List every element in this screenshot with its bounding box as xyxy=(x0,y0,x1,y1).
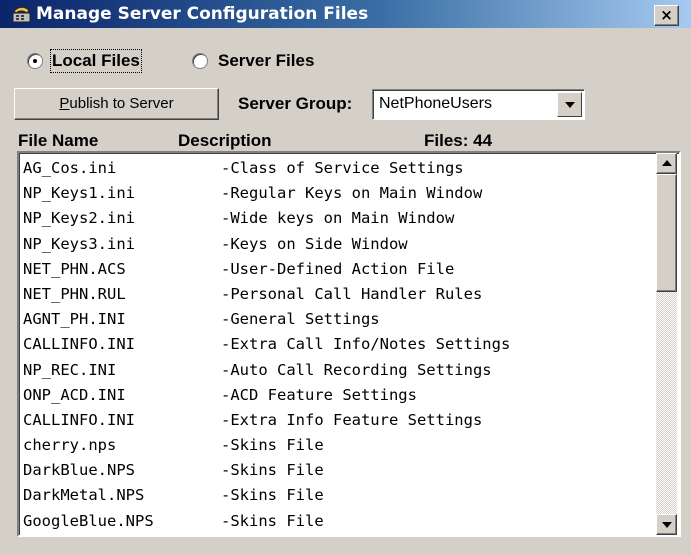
file-name: DarkBlue.NPS xyxy=(23,461,135,480)
file-description: -Regular Keys on Main Window xyxy=(221,184,483,203)
server-group-label: Server Group: xyxy=(238,94,353,113)
file-name: ONP_ACD.INI xyxy=(23,385,126,404)
phone-app-icon xyxy=(12,6,31,23)
file-description: -Auto Call Recording Settings xyxy=(221,360,492,379)
file-description: -Personal Call Handler Rules xyxy=(221,284,483,303)
file-name: CALLINFO.INI xyxy=(23,335,135,354)
file-name: GoogleBlue.NPS xyxy=(23,511,154,530)
file-name: NP_Keys1.ini xyxy=(23,184,135,203)
file-name: NET_PHN.RUL xyxy=(23,284,126,303)
file-name: AG_Cos.ini xyxy=(23,159,117,177)
file-description: -Keys on Side Window xyxy=(221,234,408,253)
close-icon: × xyxy=(660,6,673,24)
file-list[interactable]: AG_Cos.ini -Class of Service Settings NP_… xyxy=(17,151,681,537)
file-description: -Skins File xyxy=(221,461,324,480)
scroll-up-button[interactable] xyxy=(656,153,677,174)
file-description: -Skins File xyxy=(221,436,324,455)
file-description: -Skins File xyxy=(221,486,324,505)
server-files-radio[interactable] xyxy=(192,53,208,69)
server-group-select[interactable]: NetPhoneUsers xyxy=(372,89,585,120)
chevron-down-icon xyxy=(565,102,575,108)
scroll-up-arrow-icon xyxy=(662,160,672,166)
file-name: CALLINFO.INI xyxy=(23,410,135,429)
file-description: -User-Defined Action File xyxy=(221,259,455,278)
local-files-radio[interactable] xyxy=(27,53,43,69)
file-description: -ACD Feature Settings xyxy=(221,385,417,404)
scroll-down-arrow-icon xyxy=(662,522,672,528)
files-count: Files: 44 xyxy=(424,131,493,150)
file-description: -Skins File xyxy=(221,511,324,530)
vertical-scrollbar[interactable] xyxy=(656,153,677,535)
scroll-thumb[interactable] xyxy=(656,174,677,292)
file-description: -Class of Service Settings xyxy=(221,159,464,177)
publish-button-label: Publish to Server xyxy=(59,95,174,112)
file-description: -Wide keys on Main Window xyxy=(221,209,455,228)
file-name: NP_Keys3.ini xyxy=(23,234,135,253)
column-header-description: Description xyxy=(178,131,272,150)
radio-selected-dot xyxy=(33,59,37,63)
title-bar: Manage Server Configuration Files × xyxy=(0,0,691,28)
column-header-file-name: File Name xyxy=(18,131,99,150)
server-group-value: NetPhoneUsers xyxy=(379,95,492,112)
publish-to-server-button[interactable]: Publish to Server xyxy=(14,88,219,120)
server-files-label[interactable]: Server Files xyxy=(218,51,314,71)
file-name: NET_PHN.ACS xyxy=(23,259,126,278)
close-button[interactable]: × xyxy=(654,5,679,26)
file-name: cherry.nps xyxy=(23,436,117,455)
file-description: -Extra Call Info/Notes Settings xyxy=(221,335,511,354)
file-name: NP_Keys2.ini xyxy=(23,209,135,228)
local-files-label[interactable]: Local Files xyxy=(50,49,142,73)
file-description: -General Settings xyxy=(221,310,380,329)
file-description: -Extra Info Feature Settings xyxy=(221,410,483,429)
file-name: AGNT_PH.INI xyxy=(23,310,126,329)
server-group-dropdown-button[interactable] xyxy=(557,92,582,117)
window-title: Manage Server Configuration Files xyxy=(36,4,369,24)
file-name: DarkMetal.NPS xyxy=(23,486,145,505)
file-name: NP_REC.INI xyxy=(23,360,117,379)
scroll-down-button[interactable] xyxy=(656,514,677,535)
